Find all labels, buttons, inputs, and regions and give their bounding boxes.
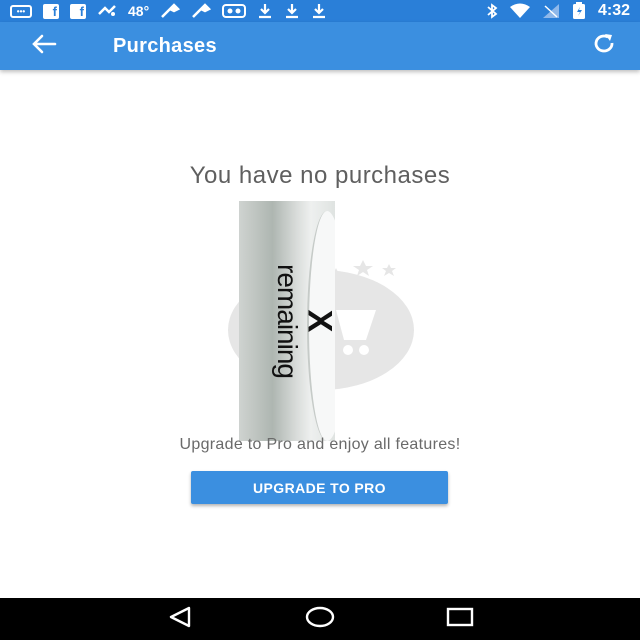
download-icon <box>311 3 327 19</box>
wifi-icon <box>509 3 531 19</box>
wrench-icon <box>191 3 212 19</box>
message-icon: ••• <box>10 3 32 19</box>
promo-thumbnail-image: remaining X <box>239 201 335 441</box>
page-title: Purchases <box>113 34 217 57</box>
status-bar-left: ••• f f 48° <box>10 3 327 19</box>
wrench-icon <box>160 3 181 19</box>
thumbnail-text: remaining <box>272 264 303 378</box>
nav-home-button[interactable] <box>296 598 344 640</box>
status-bar: ••• f f 48° 4:32 <box>0 0 640 22</box>
temperature-text: 48° <box>128 3 150 19</box>
arrow-left-icon <box>31 34 57 59</box>
status-bar-right: 4:32 <box>486 2 630 20</box>
refresh-button[interactable] <box>584 26 624 66</box>
download-icon <box>257 3 273 19</box>
upgrade-message: Upgrade to Pro and enjoy all features! <box>179 436 461 453</box>
signal-icon <box>542 3 560 19</box>
download-icon <box>284 3 300 19</box>
bluetooth-icon <box>486 3 498 19</box>
back-triangle-icon <box>167 606 193 633</box>
back-button[interactable] <box>24 26 64 66</box>
empty-state-title: You have no purchases <box>189 162 451 189</box>
recents-square-icon <box>446 607 474 632</box>
system-navigation-bar <box>0 598 640 640</box>
facebook-icon: f <box>70 3 86 19</box>
nav-back-button[interactable] <box>156 598 204 640</box>
refresh-icon <box>591 32 617 61</box>
home-circle-icon <box>305 605 335 634</box>
app-bar: Purchases <box>0 22 640 70</box>
clock-time: 4:32 <box>597 2 630 19</box>
photo-icon <box>222 3 247 19</box>
nav-recents-button[interactable] <box>436 598 484 640</box>
weather-icon <box>97 3 117 19</box>
facebook-icon: f <box>43 3 59 19</box>
upgrade-to-pro-button[interactable]: UPGRADE TO PRO <box>191 471 448 504</box>
thumbnail-x-mark: X <box>300 309 336 333</box>
battery-icon <box>571 2 587 19</box>
